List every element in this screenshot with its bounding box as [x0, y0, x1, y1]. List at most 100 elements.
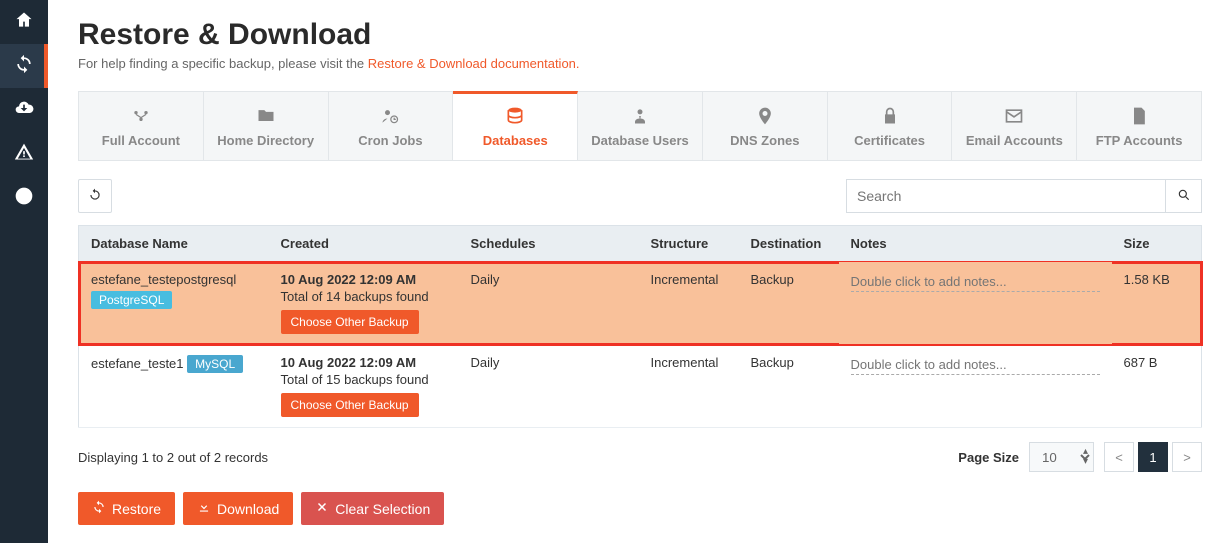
sidebar-item-home[interactable] — [0, 0, 48, 44]
lock-icon — [834, 106, 946, 129]
restore-button[interactable]: Restore — [78, 492, 175, 525]
download-icon — [197, 500, 211, 517]
structure-cell: Incremental — [639, 262, 739, 345]
download-button[interactable]: Download — [183, 492, 293, 525]
search-button[interactable] — [1166, 179, 1202, 213]
subtitle-text: For help finding a specific backup, plea… — [78, 56, 368, 71]
table-footer: Displaying 1 to 2 out of 2 records Page … — [78, 442, 1202, 472]
db-name: estefane_teste1 — [91, 356, 184, 371]
size-cell: 687 B — [1112, 345, 1202, 428]
tab-full-account[interactable]: Full Account — [79, 92, 204, 160]
sidebar-item-alerts[interactable] — [0, 132, 48, 176]
destination-cell: Backup — [739, 345, 839, 428]
cloud-download-icon — [14, 98, 34, 123]
db-name: estefane_testepostgresql — [91, 272, 257, 287]
clock-icon — [14, 186, 34, 211]
choose-other-backup-button[interactable]: Choose Other Backup — [281, 310, 419, 334]
sidebar-item-restore[interactable] — [0, 44, 48, 88]
backups-table: Database Name Created Schedules Structur… — [78, 225, 1202, 428]
home-icon — [14, 10, 34, 35]
download-label: Download — [217, 501, 279, 517]
refresh-icon — [88, 188, 102, 205]
tab-email-accounts[interactable]: Email Accounts — [952, 92, 1077, 160]
search-group — [846, 179, 1202, 213]
backups-count: Total of 15 backups found — [281, 372, 447, 387]
tab-label: Home Directory — [217, 133, 314, 148]
restore-label: Restore — [112, 501, 161, 517]
close-icon — [315, 500, 329, 517]
sidebar — [0, 0, 48, 543]
database-icon — [459, 106, 571, 129]
table-row[interactable]: estefane_teste1 MySQL 10 Aug 2022 12:09 … — [79, 345, 1202, 428]
tab-ftp-accounts[interactable]: FTP Accounts — [1077, 92, 1201, 160]
pager-page-button[interactable]: 1 — [1138, 442, 1168, 472]
size-cell: 1.58 KB — [1112, 262, 1202, 345]
map-pin-icon — [709, 106, 821, 129]
sync-icon — [92, 500, 106, 517]
pager-prev-button[interactable]: < — [1104, 442, 1134, 472]
tab-dns-zones[interactable]: DNS Zones — [703, 92, 828, 160]
clear-selection-button[interactable]: Clear Selection — [301, 492, 444, 525]
search-icon — [1177, 188, 1191, 205]
user-tie-icon — [584, 106, 696, 129]
record-count: Displaying 1 to 2 out of 2 records — [78, 450, 268, 465]
db-engine-badge: MySQL — [187, 355, 243, 373]
created-date: 10 Aug 2022 12:09 AM — [281, 272, 447, 287]
structure-cell: Incremental — [639, 345, 739, 428]
tab-cron-jobs[interactable]: Cron Jobs — [329, 92, 454, 160]
pagination: Page Size 10 ▴▾ < 1 > — [958, 442, 1202, 472]
search-input[interactable] — [846, 179, 1166, 213]
tab-database-users[interactable]: Database Users — [578, 92, 703, 160]
col-header-destination[interactable]: Destination — [739, 226, 839, 262]
nodes-icon — [85, 106, 197, 129]
col-header-structure[interactable]: Structure — [639, 226, 739, 262]
notes-input[interactable] — [851, 272, 1100, 292]
sidebar-item-download[interactable] — [0, 88, 48, 132]
tab-label: Certificates — [854, 133, 925, 148]
tab-label: Databases — [483, 133, 548, 148]
sidebar-item-history[interactable] — [0, 176, 48, 220]
pager-next-button[interactable]: > — [1172, 442, 1202, 472]
file-icon — [1083, 106, 1195, 129]
folder-icon — [210, 106, 322, 129]
tab-label: DNS Zones — [730, 133, 799, 148]
backups-count: Total of 14 backups found — [281, 289, 447, 304]
tab-label: Email Accounts — [966, 133, 1063, 148]
col-header-schedules[interactable]: Schedules — [459, 226, 639, 262]
tab-databases[interactable]: Databases — [453, 91, 578, 160]
page-size-select[interactable]: 10 — [1029, 442, 1094, 472]
tab-home-directory[interactable]: Home Directory — [204, 92, 329, 160]
destination-cell: Backup — [739, 262, 839, 345]
schedule-cell: Daily — [459, 345, 639, 428]
table-header-row: Database Name Created Schedules Structur… — [79, 226, 1202, 262]
refresh-button[interactable] — [78, 179, 112, 213]
action-buttons: Restore Download Clear Selection — [78, 492, 1202, 525]
user-clock-icon — [335, 106, 447, 129]
tab-label: Full Account — [102, 133, 180, 148]
col-header-notes[interactable]: Notes — [839, 226, 1112, 262]
table-row[interactable]: estefane_testepostgresql PostgreSQL 10 A… — [79, 262, 1202, 345]
db-engine-badge: PostgreSQL — [91, 291, 172, 309]
tab-certificates[interactable]: Certificates — [828, 92, 953, 160]
tab-label: Cron Jobs — [358, 133, 422, 148]
sync-icon — [14, 54, 34, 79]
page-size-label: Page Size — [958, 450, 1019, 465]
col-header-name[interactable]: Database Name — [79, 226, 269, 262]
page-subtitle: For help finding a specific backup, plea… — [78, 56, 1202, 71]
clear-label: Clear Selection — [335, 501, 430, 517]
tab-label: Database Users — [591, 133, 689, 148]
toolbar — [78, 179, 1202, 213]
envelope-icon — [958, 106, 1070, 129]
warning-icon — [14, 142, 34, 167]
col-header-size[interactable]: Size — [1112, 226, 1202, 262]
main-content: Restore & Download For help finding a sp… — [48, 0, 1232, 543]
tabs-container: Full Account Home Directory Cron Jobs Da… — [78, 91, 1202, 161]
schedule-cell: Daily — [459, 262, 639, 345]
col-header-created[interactable]: Created — [269, 226, 459, 262]
notes-input[interactable] — [851, 355, 1100, 375]
page-title: Restore & Download — [78, 18, 1202, 52]
created-date: 10 Aug 2022 12:09 AM — [281, 355, 447, 370]
docs-link[interactable]: Restore & Download documentation. — [368, 56, 580, 71]
tab-label: FTP Accounts — [1096, 133, 1183, 148]
choose-other-backup-button[interactable]: Choose Other Backup — [281, 393, 419, 417]
